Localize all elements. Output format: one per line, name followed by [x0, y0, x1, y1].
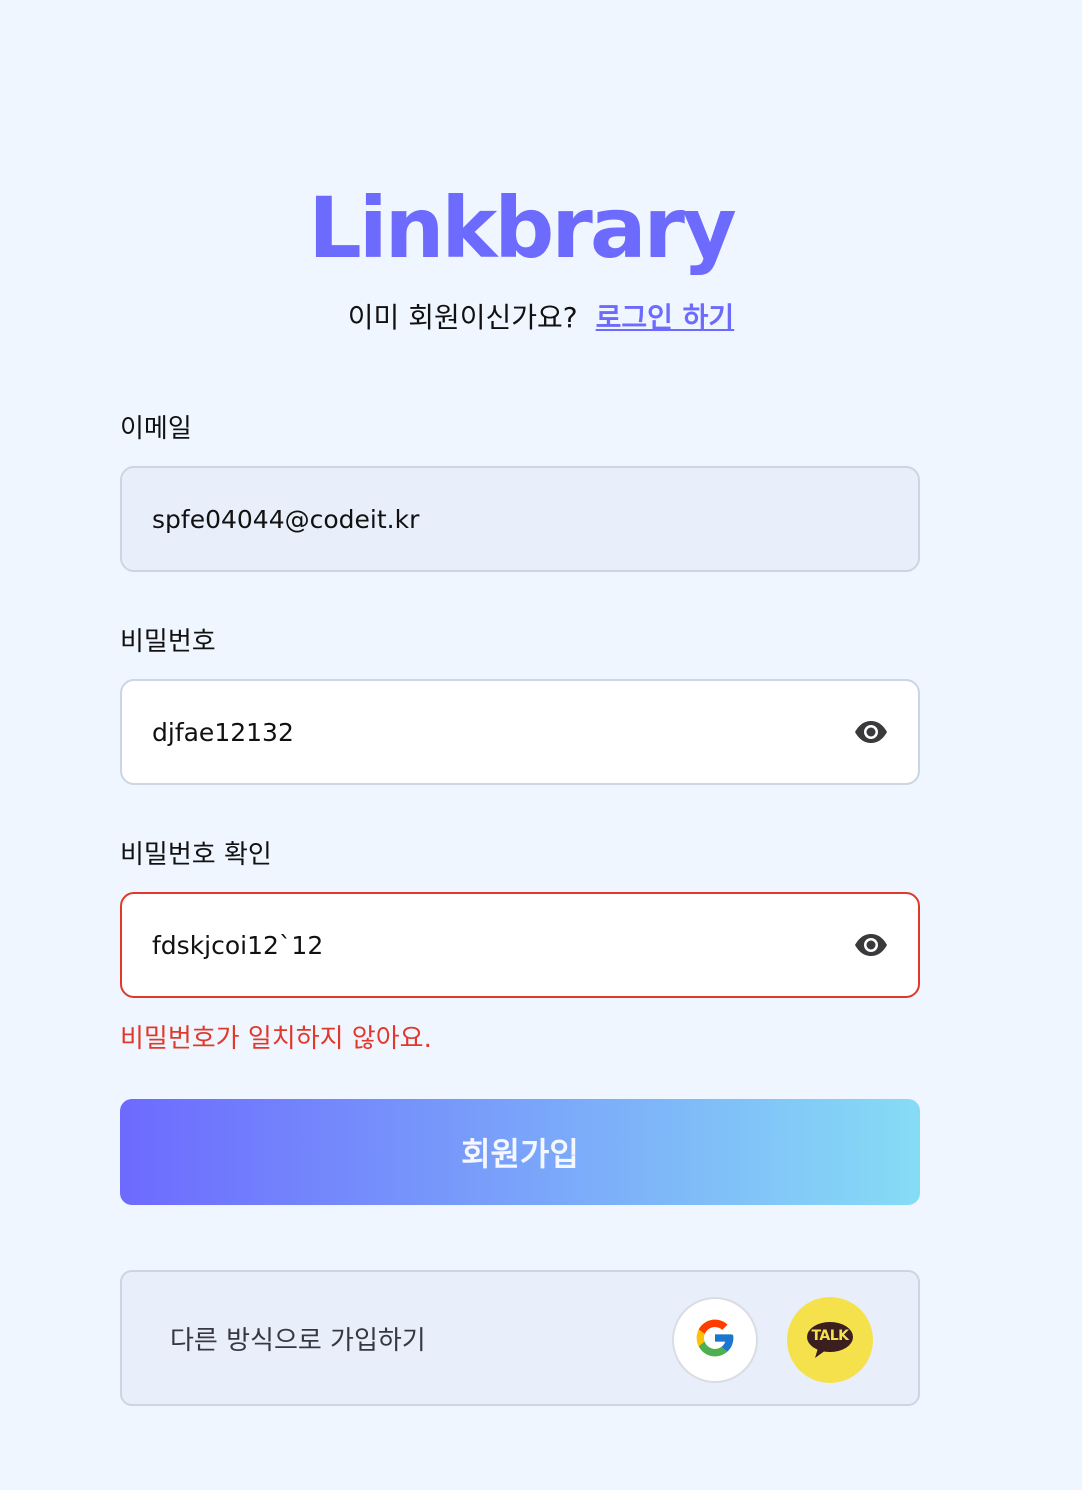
- kakao-talk-icon: TALK: [805, 1320, 855, 1360]
- email-field-container: [120, 466, 920, 572]
- social-signup-panel: 다른 방식으로 가입하기 TALK: [120, 1270, 920, 1406]
- kakao-talk-text: TALK: [811, 1328, 849, 1344]
- password-field-container: [120, 679, 920, 785]
- google-icon: [693, 1316, 737, 1364]
- signin-prompt-text: 이미 회원이신가요?: [347, 301, 578, 334]
- password-confirm-input[interactable]: [152, 930, 854, 960]
- eye-icon[interactable]: [854, 720, 888, 744]
- email-input[interactable]: [152, 504, 888, 534]
- password-confirm-field-container: [120, 892, 920, 998]
- signin-prompt: 이미 회원이신가요? 로그인 하기: [0, 296, 1082, 336]
- password-input[interactable]: [152, 717, 854, 747]
- linkbrary-logo[interactable]: Linkbrary: [306, 178, 736, 278]
- signup-page: Linkbrary 이미 회원이신가요? 로그인 하기 이메일 비밀번호 비밀번…: [0, 0, 1082, 1490]
- google-signup-button[interactable]: [672, 1297, 758, 1383]
- signin-link[interactable]: 로그인 하기: [596, 296, 735, 336]
- signup-button[interactable]: 회원가입: [120, 1099, 920, 1205]
- email-label: 이메일: [120, 414, 192, 444]
- password-confirm-label: 비밀번호 확인: [120, 840, 272, 870]
- social-signup-label: 다른 방식으로 가입하기: [170, 1326, 426, 1356]
- eye-icon[interactable]: [854, 933, 888, 957]
- password-label: 비밀번호: [120, 627, 216, 657]
- kakao-signup-button[interactable]: TALK: [787, 1297, 873, 1383]
- password-mismatch-error: 비밀번호가 일치하지 않아요.: [120, 1024, 432, 1054]
